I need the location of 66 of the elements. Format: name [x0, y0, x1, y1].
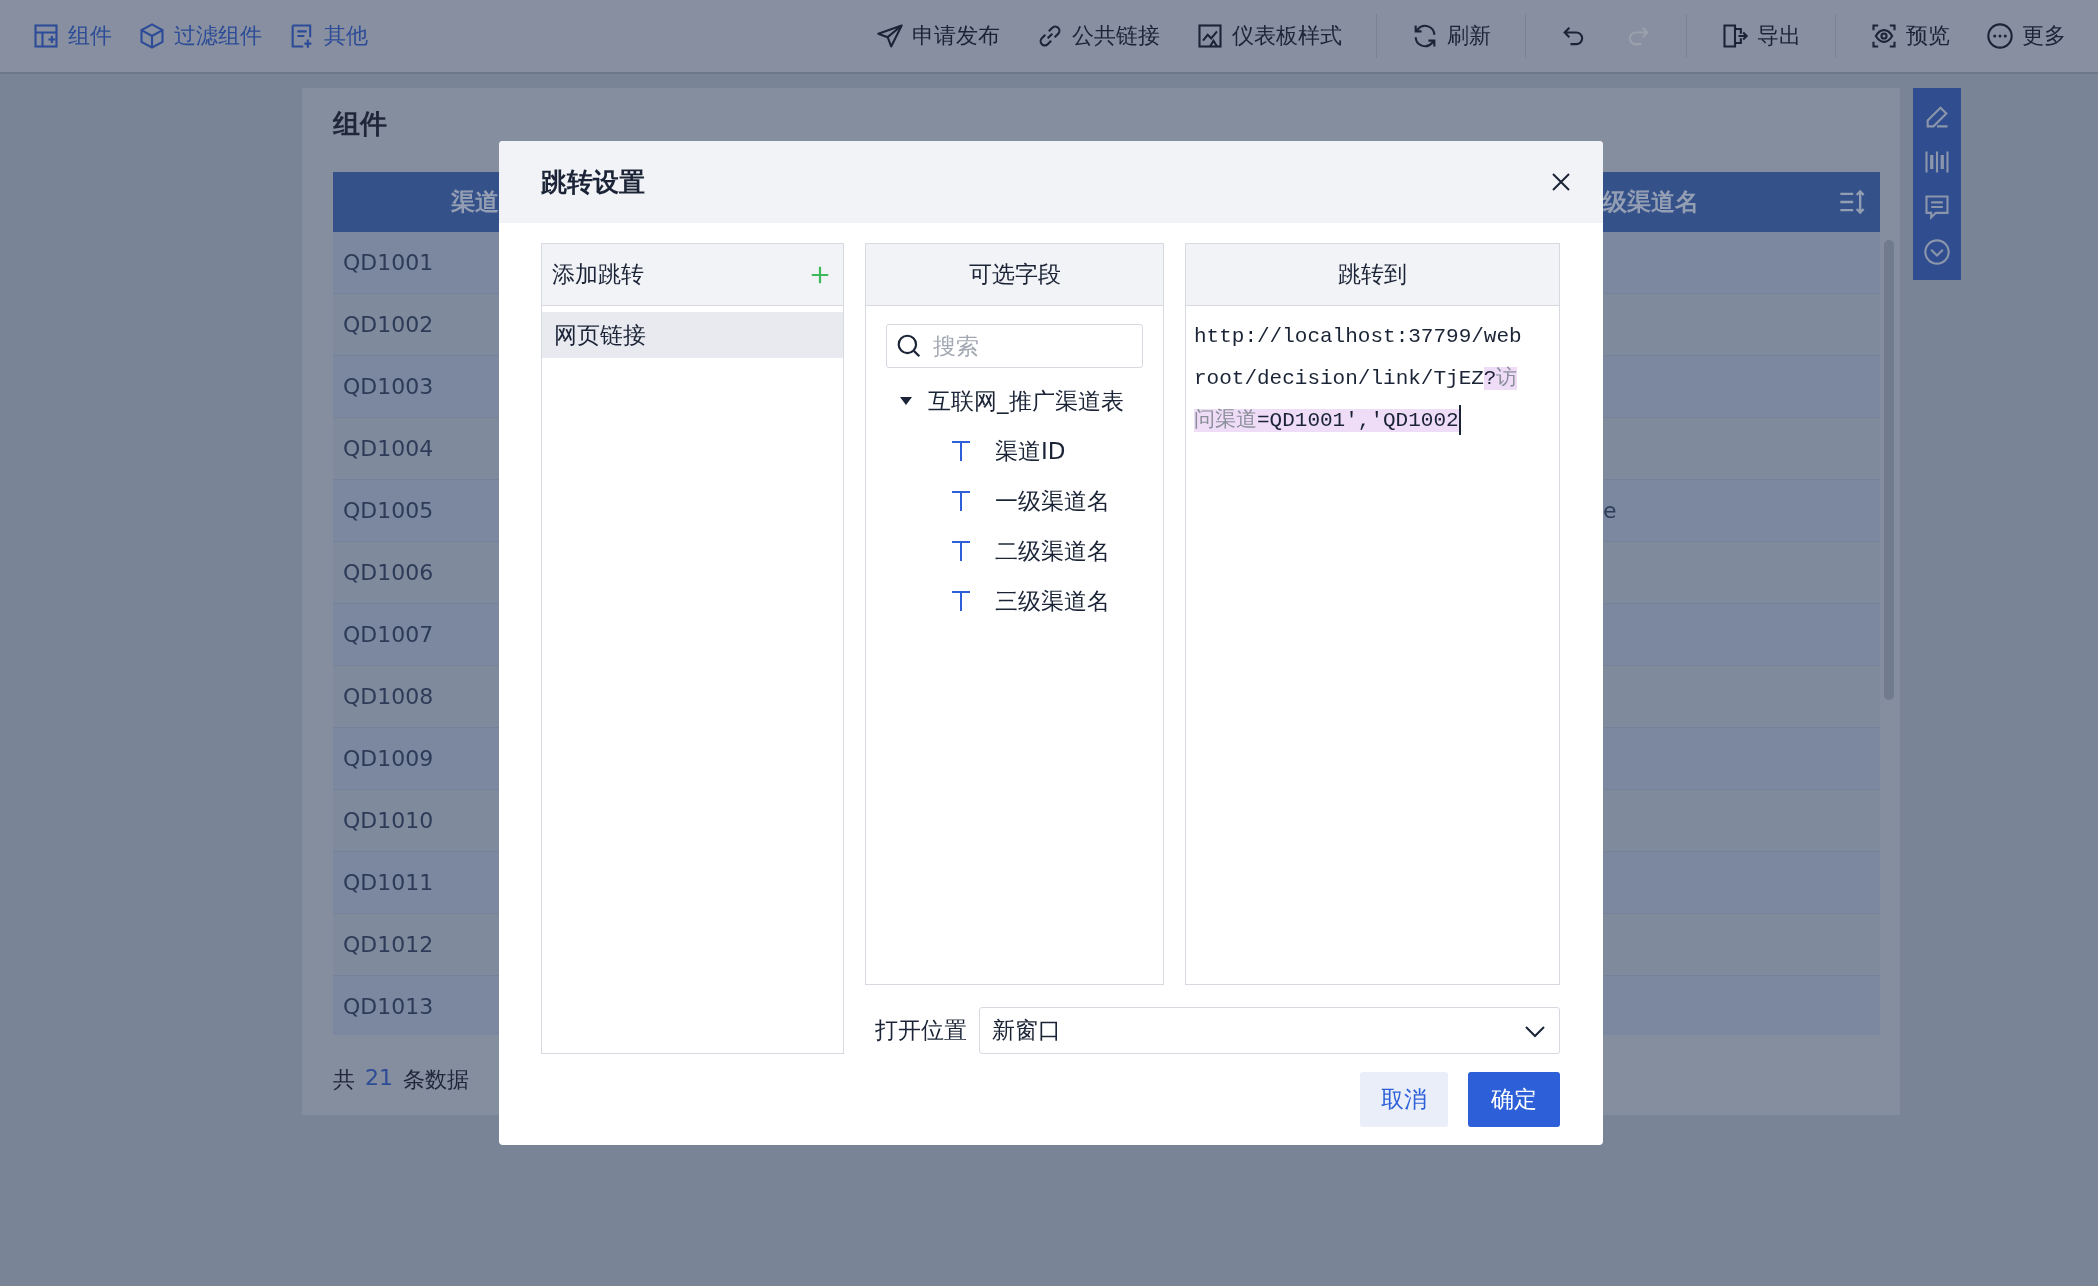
layout-icon [32, 22, 60, 50]
field-item[interactable]: 一级渠道名 [886, 476, 1143, 526]
export-icon [1721, 22, 1749, 50]
toolbar-button[interactable]: 申请发布 [858, 14, 1018, 58]
table-cell-text: QD1003 [342, 374, 435, 399]
field-label: 渠道ID [995, 436, 1066, 466]
toolbar-button[interactable]: 其他 [282, 14, 374, 58]
panel-title: 组件 [333, 107, 388, 141]
table-cell-text: QD1005 [342, 498, 435, 523]
table-cell-text: QD1002 [342, 312, 435, 337]
cancel-button[interactable]: 取消 [1360, 1072, 1448, 1127]
jump-item[interactable]: 网页链接 [542, 312, 843, 358]
field-label: 一级渠道名 [995, 486, 1110, 516]
open-location-label: 打开位置 [875, 1016, 967, 1045]
chevron-circle-icon[interactable] [1923, 237, 1951, 266]
table-cell-text: QD1010 [342, 808, 435, 833]
text-type-icon [949, 489, 973, 513]
comment-icon[interactable] [1923, 192, 1951, 221]
dialog-title: 跳转设置 [541, 165, 645, 199]
table-cell: e [1603, 498, 1617, 523]
more-icon [1986, 22, 2014, 50]
table-cell-text: QD1008 [342, 684, 435, 709]
toolbar-button[interactable]: 导出 [1703, 14, 1819, 58]
table-cell-text: QD1004 [342, 436, 435, 461]
toolbar-button[interactable]: 过滤组件 [132, 14, 268, 58]
field-item[interactable]: 二级渠道名 [886, 526, 1143, 576]
toolbar-button[interactable]: 更多 [1968, 14, 2084, 58]
tree-label: 互联网_推广渠道表 [928, 386, 1124, 416]
panel-header-title: 添加跳转 [552, 260, 644, 289]
field-item[interactable]: 渠道ID [886, 426, 1143, 476]
toolbar-button[interactable]: 刷新 [1393, 14, 1509, 58]
record-count: 21 [365, 1065, 393, 1092]
open-location-select[interactable]: 新窗口 [979, 1007, 1560, 1054]
toolbar-button[interactable]: 预览 [1852, 14, 1968, 58]
field-label: 二级渠道名 [995, 536, 1110, 566]
search-icon [896, 333, 922, 359]
text-type-icon [949, 589, 973, 613]
toolbar-button[interactable]: 公共链接 [1018, 14, 1178, 58]
table-cell-text: QD1013 [342, 994, 435, 1019]
table-cell-text: QD1009 [342, 746, 435, 771]
text-type-icon [949, 539, 973, 563]
column-header: 渠道 [450, 187, 499, 218]
panel-header: 跳转到 [1186, 244, 1559, 306]
count-suffix: 条数据 [403, 1066, 469, 1094]
tree-node[interactable]: 互联网_推广渠道表 [886, 376, 1143, 426]
confirm-button[interactable]: 确定 [1468, 1072, 1560, 1127]
field-label: 三级渠道名 [995, 586, 1110, 616]
eye-icon [1870, 22, 1898, 50]
cube-icon [138, 22, 166, 50]
table-cell-text: QD1012 [342, 932, 435, 957]
text-type-icon [949, 439, 973, 463]
send-icon [876, 22, 904, 50]
search-field[interactable]: 搜索 [886, 324, 1143, 368]
field-item[interactable]: 三级渠道名 [886, 576, 1143, 626]
panel-header: 可选字段 [866, 244, 1163, 306]
url-field[interactable]: http://localhost:37799/webroot/decision/link/TjEZ?访问渠道=QD1001','QD1002 [1186, 316, 1530, 442]
table-cell-text: QD1001 [342, 250, 435, 275]
count-prefix: 共 [333, 1066, 355, 1094]
table-cell-text: QD1007 [342, 622, 435, 647]
column-header: 级渠道名 [1603, 187, 1699, 218]
table-cell-text: QD1011 [342, 870, 435, 895]
toolbar-button[interactable]: 仪表板样式 [1178, 14, 1360, 58]
sort-icon[interactable] [1838, 188, 1866, 216]
chart-icon [1196, 22, 1224, 50]
table-cell-text: QD1006 [342, 560, 435, 585]
toolbar-button[interactable]: 组件 [26, 14, 118, 58]
